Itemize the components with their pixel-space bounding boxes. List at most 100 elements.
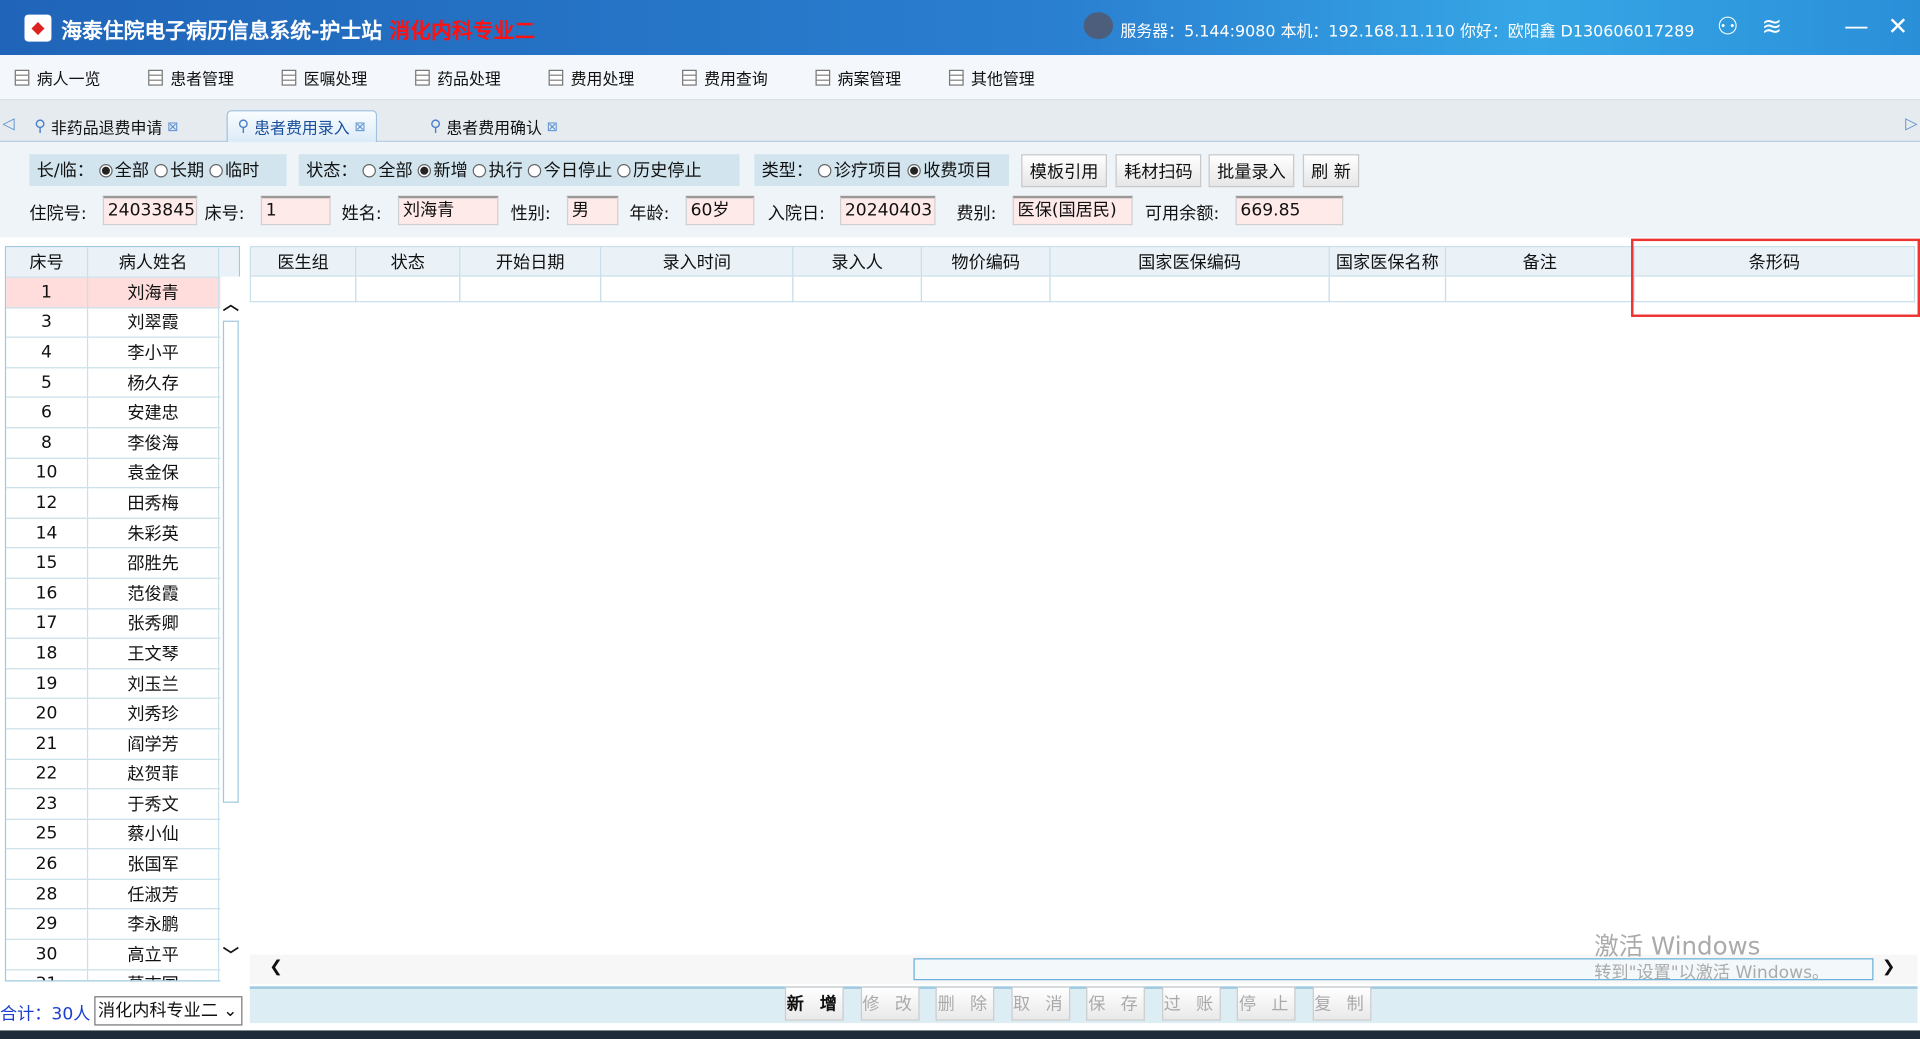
patient-row[interactable]: 10 袁金保 (6, 458, 239, 489)
menu-doc-icon (14, 69, 30, 86)
tab[interactable]: ⚲ 非药品退费申请 ⊠ (24, 110, 188, 142)
scroll-up-icon[interactable]: ︿ (223, 291, 239, 314)
radio-option[interactable]: 执行 (472, 158, 523, 182)
patient-row[interactable]: 17 张秀卿 (6, 608, 239, 639)
patient-row[interactable]: 4 李小平 (6, 337, 239, 369)
toolbar-button[interactable]: 批量录入 (1208, 154, 1295, 188)
action-button[interactable]: 停 止 (1236, 986, 1296, 1021)
action-button[interactable]: 复 制 (1312, 986, 1371, 1021)
menu-item[interactable]: 医嘱处理 (281, 65, 415, 89)
menu-item[interactable]: 其他管理 (948, 65, 1082, 89)
tab-scroll-right-icon[interactable]: ▷ (1905, 115, 1917, 133)
column-header[interactable]: 录入时间 (600, 245, 794, 277)
layers-icon[interactable]: ≋ (1756, 11, 1788, 40)
patient-row[interactable]: 31葛志国 (6, 970, 239, 981)
patient-row[interactable]: 3 刘翠霞 (6, 307, 239, 338)
fee-type-field[interactable]: 医保(国居民) (1012, 195, 1133, 226)
toolbar-button[interactable]: 刷 新 (1302, 154, 1360, 188)
dept-select-value: 消化内科专业二 (97, 1001, 218, 1021)
dept-select[interactable]: 消化内科专业二 ⌄ (94, 996, 243, 1026)
bed-field[interactable]: 1 (260, 195, 331, 226)
patient-row[interactable]: 20 刘秀珍 (6, 699, 239, 730)
menu-item[interactable]: 药品处理 (415, 65, 548, 89)
action-button[interactable]: 新 增 (784, 986, 844, 1021)
action-button[interactable]: 修 改 (860, 986, 919, 1021)
patient-row[interactable]: 22 赵贺菲 (6, 759, 239, 790)
menu-item[interactable]: 费用处理 (548, 65, 682, 89)
radio-option[interactable]: 今日停止 (527, 158, 612, 182)
column-header[interactable]: 状态 (355, 245, 461, 277)
toolbar-button[interactable]: 耗材扫码 (1115, 154, 1202, 188)
column-header[interactable]: 备注 (1444, 245, 1635, 277)
close-tab-icon[interactable]: ⊠ (547, 118, 558, 134)
tab[interactable]: ⚲ 患者费用确认 ⊠ (420, 110, 568, 142)
column-header[interactable]: 录入人 (792, 245, 923, 277)
action-button[interactable]: 取 消 (1010, 986, 1070, 1021)
patient-row[interactable]: 25 蔡小仙 (6, 819, 239, 850)
scroll-right-icon[interactable]: ❯ (1882, 958, 1895, 976)
patient-row[interactable]: 5 杨久存 (6, 368, 239, 399)
toolbar-button[interactable]: 模板引用 (1021, 154, 1107, 188)
radio-label: 历史停止 (633, 161, 702, 182)
bed-number: 16 (6, 578, 89, 608)
patient-row[interactable]: 30 高立平 (6, 939, 239, 971)
tab-scroll-left-icon[interactable]: ◁ (2, 115, 14, 133)
patient-row[interactable]: 14 朱彩英 (6, 518, 239, 549)
radio-option[interactable]: 历史停止 (617, 158, 702, 182)
patient-row[interactable]: 28 任淑芳 (6, 879, 239, 910)
radio-option[interactable]: 临时 (209, 158, 259, 182)
name-field[interactable]: 刘海青 (397, 195, 499, 226)
patient-row[interactable]: 23 于秀文 (6, 789, 239, 820)
tab[interactable]: ⚲ 患者费用录入 ⊠ (226, 110, 377, 142)
bed-number: 5 (6, 368, 89, 397)
radio-option[interactable]: 诊疗项目 (817, 158, 902, 182)
menu-item[interactable]: 病人一览 (14, 65, 148, 89)
balance-field[interactable]: 669.85 (1235, 195, 1344, 226)
scrollbar-thumb[interactable] (222, 320, 239, 803)
menu-item[interactable]: 患者管理 (148, 65, 281, 89)
field-label: 住院号: (29, 204, 87, 224)
radio-option[interactable]: 全部 (362, 158, 413, 182)
patient-row[interactable]: 21 阎学芳 (6, 729, 239, 760)
person-icon: ⚲ (34, 116, 46, 136)
patient-row[interactable]: 26 张国军 (6, 849, 239, 880)
radio-option[interactable]: 收费项目 (907, 158, 992, 182)
close-button[interactable]: ✕ (1882, 11, 1914, 40)
radio-option[interactable]: 新增 (417, 158, 468, 182)
close-tab-icon[interactable]: ⊠ (167, 118, 178, 134)
bed-number: 30 (6, 939, 89, 969)
column-header[interactable]: 物价编码 (920, 245, 1051, 277)
patient-row[interactable]: 15 邵胜先 (6, 548, 239, 579)
menu-item[interactable]: 病案管理 (815, 65, 949, 89)
column-header[interactable]: 开始日期 (459, 245, 602, 277)
patient-row[interactable]: 1 刘海青 (6, 277, 239, 308)
table-cell (920, 276, 1051, 303)
action-button[interactable]: 删 除 (935, 986, 995, 1021)
column-header[interactable]: 医生组 (249, 245, 357, 277)
inpatient-no-field[interactable]: 24033845 (102, 195, 198, 226)
patient-row[interactable]: 19 刘玉兰 (6, 669, 239, 700)
sex-field[interactable]: 男 (566, 195, 619, 226)
column-header[interactable]: 国家医保编码 (1049, 245, 1330, 277)
menu-item-label: 病人一览 (36, 70, 101, 89)
bed-number: 31 (6, 970, 89, 981)
minimize-button[interactable]: — (1840, 11, 1872, 40)
action-button[interactable]: 过 账 (1161, 986, 1221, 1021)
scroll-down-icon[interactable]: ﹀ (223, 942, 239, 965)
user-icon[interactable]: ⚇ (1712, 11, 1744, 40)
patient-row[interactable]: 8 李俊海 (6, 428, 239, 459)
patient-row[interactable]: 6 安建忠 (6, 398, 239, 429)
patient-row[interactable]: 29 李永鹏 (6, 909, 239, 940)
patient-row[interactable]: 16 范俊霞 (6, 578, 239, 609)
age-field[interactable]: 60岁 (685, 195, 755, 226)
close-tab-icon[interactable]: ⊠ (355, 119, 366, 135)
scroll-left-icon[interactable]: ❮ (269, 958, 282, 976)
radio-option[interactable]: 长期 (153, 158, 204, 182)
patient-row[interactable]: 18 王文琴 (6, 638, 239, 670)
column-header[interactable]: 国家医保名称 (1328, 245, 1447, 277)
patient-row[interactable]: 12 田秀梅 (6, 488, 239, 519)
radio-option[interactable]: 全部 (98, 158, 149, 182)
admit-field[interactable]: 20240403 (840, 195, 936, 226)
action-button[interactable]: 保 存 (1086, 986, 1145, 1021)
menu-item[interactable]: 费用查询 (682, 65, 815, 89)
